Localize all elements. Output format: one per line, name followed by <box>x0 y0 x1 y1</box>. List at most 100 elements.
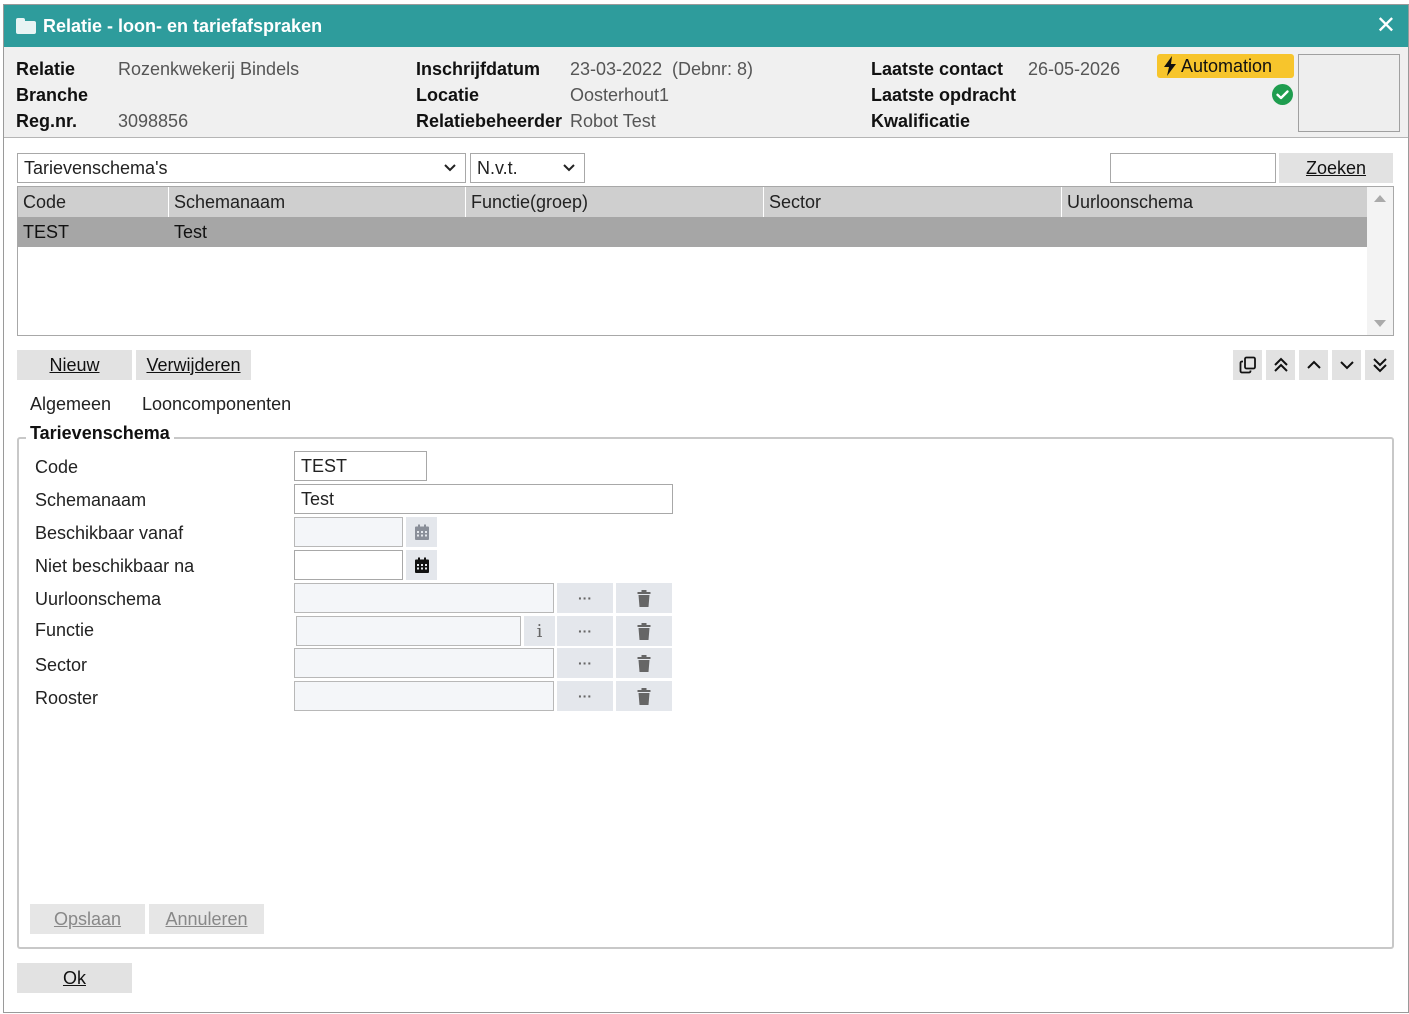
opdracht-label: Laatste opdracht <box>871 85 1017 105</box>
bolt-icon <box>1164 56 1176 76</box>
schema-fieldset <box>17 437 1394 949</box>
debnr-value: (Debnr: 8) <box>672 59 754 79</box>
rooster-input[interactable] <box>294 681 554 711</box>
move-down-button[interactable] <box>1332 350 1361 380</box>
uurloonschema-clear-button[interactable] <box>616 583 672 613</box>
column-header-sector[interactable]: Sector <box>764 187 1062 217</box>
close-icon[interactable]: ✕ <box>1376 12 1396 40</box>
title-bar: Relatie - loon- en tariefafspraken ✕ <box>4 5 1408 47</box>
uurloonschema-browse-button[interactable]: ··· <box>557 583 613 613</box>
functie-browse-button[interactable]: ··· <box>557 616 613 646</box>
relatie-value: Rozenkwekerij Bindels <box>118 59 300 79</box>
search-button[interactable]: Zoeken <box>1279 153 1393 183</box>
save-button-label: Opslaan <box>53 908 122 929</box>
search-input[interactable] <box>1110 153 1276 183</box>
sector-browse-button[interactable]: ··· <box>557 648 613 678</box>
beheerder-value: Robot Test <box>570 111 656 131</box>
ok-button[interactable]: Ok <box>17 963 132 993</box>
relation-header: Relatie Rozenkwekerij Bindels Branche Re… <box>4 47 1408 138</box>
trash-icon <box>637 687 651 705</box>
search-button-label: Zoeken <box>1305 157 1367 178</box>
nvt-select-value: N.v.t. <box>477 157 518 178</box>
rooster-clear-button[interactable] <box>616 681 672 711</box>
sector-input[interactable] <box>294 648 554 678</box>
type-select-value: Tarievenschema's <box>24 157 168 178</box>
copy-icon <box>1239 356 1256 374</box>
more-icon: ··· <box>578 623 592 639</box>
check-circle-icon <box>1272 84 1293 105</box>
chevron-down-icon <box>1339 361 1354 370</box>
automation-badge-label: Automation <box>1181 55 1273 76</box>
beheerder-label: Relatiebeheerder <box>416 111 563 131</box>
calendar-icon <box>414 557 429 573</box>
rooster-browse-button[interactable]: ··· <box>557 681 613 711</box>
cancel-button[interactable]: Annuleren <box>149 904 264 934</box>
inschrijf-label: Inschrijfdatum <box>416 59 541 79</box>
column-header-uurloonschema[interactable]: Uurloonschema <box>1062 187 1367 217</box>
scroll-down-icon[interactable] <box>1374 320 1386 327</box>
save-button[interactable]: Opslaan <box>30 904 145 934</box>
chevron-down-icon <box>444 164 456 172</box>
move-up-button[interactable] <box>1299 350 1328 380</box>
uurloonschema-input[interactable] <box>294 583 554 613</box>
locatie-value: Oosterhout1 <box>570 85 670 105</box>
tab-looncomponenten[interactable]: Looncomponenten <box>142 394 291 415</box>
regnr-label: Reg.nr. <box>16 111 78 131</box>
contact-value: 26-05-2026 <box>1028 59 1121 79</box>
from-date-label: Beschikbaar vanaf <box>35 523 184 543</box>
grid-scrollbar[interactable] <box>1367 187 1393 335</box>
delete-button-label: Verwijderen <box>146 354 241 375</box>
grid-header: Code Schemanaam Functie(groep) Sector Uu… <box>18 187 1367 217</box>
tab-algemeen[interactable]: Algemeen <box>30 394 111 415</box>
column-header-functie[interactable]: Functie(groep) <box>466 187 764 217</box>
window-title: Relatie - loon- en tariefafspraken <box>43 15 323 36</box>
new-button[interactable]: Nieuw <box>17 350 132 380</box>
contact-label: Laatste contact <box>871 59 1004 79</box>
sector-label: Sector <box>35 655 88 675</box>
functie-clear-button[interactable] <box>616 616 672 646</box>
new-button-label: Nieuw <box>49 354 100 375</box>
trash-icon <box>637 589 651 607</box>
functie-label: Functie <box>35 620 95 640</box>
cell-sector <box>764 217 1062 247</box>
kwalificatie-label: Kwalificatie <box>871 111 971 131</box>
regnr-value: 3098856 <box>118 111 189 131</box>
relation-photo[interactable] <box>1298 54 1400 132</box>
ok-button-label: Ok <box>62 967 86 988</box>
until-date-input[interactable] <box>294 550 403 580</box>
functie-info-button[interactable]: i <box>524 616 555 646</box>
chevron-up-icon <box>1306 360 1321 369</box>
schemanaam-input[interactable]: Test <box>294 484 673 514</box>
copy-button[interactable] <box>1233 350 1262 380</box>
trash-icon <box>637 622 651 640</box>
schemanaam-label: Schemanaam <box>35 490 147 510</box>
info-icon: i <box>536 620 543 642</box>
cell-functie <box>466 217 764 247</box>
move-first-button[interactable] <box>1266 350 1295 380</box>
more-icon: ··· <box>578 590 592 606</box>
trash-icon <box>637 654 651 672</box>
delete-button[interactable]: Verwijderen <box>136 350 251 380</box>
cell-schemanaam: Test <box>174 221 208 242</box>
locatie-label: Locatie <box>416 85 480 105</box>
fieldset-legend: Tarievenschema <box>26 423 174 444</box>
folder-icon <box>16 18 36 34</box>
column-header-code[interactable]: Code <box>18 187 169 217</box>
scroll-up-icon[interactable] <box>1374 195 1386 202</box>
from-date-calendar-button[interactable] <box>406 517 437 547</box>
double-chevron-up-icon <box>1273 357 1288 372</box>
move-last-button[interactable] <box>1365 350 1394 380</box>
schema-grid: Code Schemanaam Functie(groep) Sector Uu… <box>17 186 1394 336</box>
nvt-select[interactable]: N.v.t. <box>470 153 585 183</box>
from-date-input[interactable] <box>294 517 403 547</box>
rooster-label: Rooster <box>35 688 99 708</box>
column-header-schemanaam[interactable]: Schemanaam <box>169 187 466 217</box>
functie-input[interactable] <box>296 616 521 646</box>
branche-label: Branche <box>16 85 89 105</box>
code-input[interactable]: TEST <box>294 451 427 481</box>
sector-clear-button[interactable] <box>616 648 672 678</box>
type-select[interactable]: Tarievenschema's <box>17 153 466 183</box>
until-date-calendar-button[interactable] <box>406 550 437 580</box>
inschrijf-value: 23-03-2022 <box>570 59 663 79</box>
table-row[interactable]: TEST Test <box>18 217 1367 247</box>
